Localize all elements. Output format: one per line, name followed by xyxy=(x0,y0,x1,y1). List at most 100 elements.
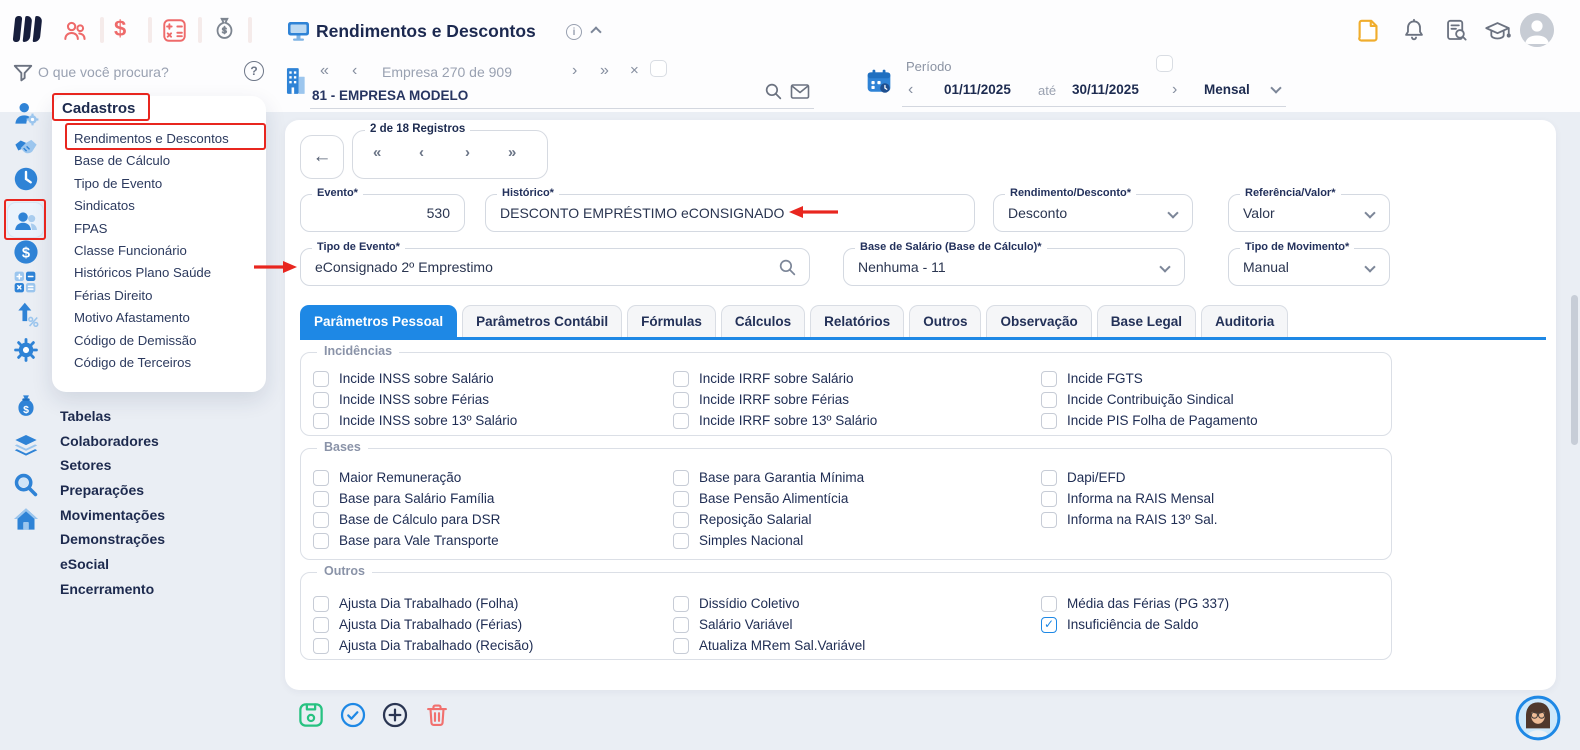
menu-item-ferias-direito[interactable]: Férias Direito xyxy=(74,285,229,307)
search-input[interactable] xyxy=(38,62,198,82)
cb-incide-fgts[interactable]: Incide FGTS xyxy=(1041,370,1258,387)
tipo-movimento-select[interactable] xyxy=(1243,250,1361,284)
cb-incide-inss-sobre-salario[interactable]: Incide INSS sobre Salário xyxy=(313,370,517,387)
menu-item-historicos-plano-saude[interactable]: Históricos Plano Saúde xyxy=(74,262,229,284)
clock-icon[interactable] xyxy=(13,166,39,192)
period-start-date[interactable]: 01/11/2025 xyxy=(944,82,1011,97)
cb-reposicao-salarial[interactable]: Reposição Salarial xyxy=(673,511,864,528)
tab-calculos[interactable]: Cálculos xyxy=(721,305,805,337)
search-module-icon[interactable] xyxy=(13,472,39,498)
record-last-button[interactable]: » xyxy=(508,144,516,161)
cb-base-salario-familia[interactable]: Base para Salário Família xyxy=(313,490,500,507)
tab-observacao[interactable]: Observação xyxy=(986,305,1091,337)
rendimento-desconto-select[interactable] xyxy=(1008,196,1164,230)
period-mode-select[interactable]: Mensal xyxy=(1204,82,1250,97)
evento-input[interactable] xyxy=(315,196,450,230)
promotion-arrow-icon[interactable] xyxy=(13,301,39,327)
vertical-scrollbar[interactable] xyxy=(1571,295,1578,445)
cb-ajusta-dia-trabalhado-ferias[interactable]: Ajusta Dia Trabalhado (Férias) xyxy=(313,616,533,633)
record-prev-button[interactable]: ‹ xyxy=(419,144,424,161)
training-cap-icon[interactable] xyxy=(1484,20,1511,48)
cb-salario-variavel[interactable]: Salário Variável xyxy=(673,616,865,633)
period-checkbox[interactable] xyxy=(1156,55,1173,72)
tab-auditoria[interactable]: Auditoria xyxy=(1201,305,1288,337)
employees-icon[interactable] xyxy=(62,18,88,48)
sidebar-section-colaboradores[interactable]: Colaboradores xyxy=(60,429,165,454)
company-first-button[interactable]: « xyxy=(320,63,329,79)
cb-ajusta-dia-trabalhado-recisao[interactable]: Ajusta Dia Trabalhado (Recisão) xyxy=(313,637,533,654)
notes-icon[interactable] xyxy=(1356,18,1381,48)
period-prev-button[interactable]: ‹ xyxy=(908,82,913,98)
company-search-icon[interactable] xyxy=(764,82,783,106)
menu-section-cadastros[interactable]: Cadastros xyxy=(62,100,135,117)
cb-incide-contribuicao-sindical[interactable]: Incide Contribuição Sindical xyxy=(1041,391,1258,408)
cb-incide-irrf-sobre-13-salario[interactable]: Incide IRRF sobre 13º Salário xyxy=(673,412,877,429)
tab-base-legal[interactable]: Base Legal xyxy=(1097,305,1196,337)
menu-item-codigo-de-demissao[interactable]: Código de Demissão xyxy=(74,330,229,352)
sidebar-section-movimentacoes[interactable]: Movimentações xyxy=(60,503,165,528)
menu-item-classe-funcionario[interactable]: Classe Funcionário xyxy=(74,240,229,262)
sidebar-section-demonstracoes[interactable]: Demonstrações xyxy=(60,527,165,552)
lookup-search-icon[interactable] xyxy=(778,258,797,282)
chevron-down-icon[interactable] xyxy=(1364,207,1375,218)
home-icon[interactable] xyxy=(13,506,39,532)
notifications-bell-icon[interactable] xyxy=(1402,18,1426,48)
menu-item-motivo-afastamento[interactable]: Motivo Afastamento xyxy=(74,307,229,329)
sidebar-section-encerramento[interactable]: Encerramento xyxy=(60,577,165,602)
company-next-button[interactable]: › xyxy=(572,63,577,79)
save-button[interactable] xyxy=(298,702,324,728)
referencia-valor-select[interactable] xyxy=(1243,196,1361,230)
handshake-icon[interactable] xyxy=(13,134,39,160)
menu-item-fpas[interactable]: FPAS xyxy=(74,218,229,240)
record-first-button[interactable]: « xyxy=(373,144,381,161)
cb-incide-irrf-sobre-salario[interactable]: Incide IRRF sobre Salário xyxy=(673,370,877,387)
cb-base-vale-transporte[interactable]: Base para Vale Transporte xyxy=(313,532,500,549)
back-button[interactable]: ← xyxy=(300,135,344,179)
calculator-icon[interactable] xyxy=(162,18,187,48)
historico-input[interactable] xyxy=(500,196,960,230)
company-clear-icon[interactable]: × xyxy=(630,62,639,79)
layers-icon[interactable] xyxy=(13,432,39,458)
filter-funnel-icon[interactable] xyxy=(12,62,34,89)
app-logo[interactable] xyxy=(13,16,43,42)
menu-item-codigo-de-terceiros[interactable]: Código de Terceiros xyxy=(74,352,229,374)
cb-base-garantia-minima[interactable]: Base para Garantia Mínima xyxy=(673,469,864,486)
sidebar-section-tabelas[interactable]: Tabelas xyxy=(60,404,165,429)
cb-dapi-efd[interactable]: Dapi/EFD xyxy=(1041,469,1218,486)
dollar-circle-icon[interactable]: $ xyxy=(13,239,39,265)
cb-incide-inss-sobre-ferias[interactable]: Incide INSS sobre Férias xyxy=(313,391,517,408)
tab-parametros-pessoal[interactable]: Parâmetros Pessoal xyxy=(300,305,457,337)
user-avatar[interactable] xyxy=(1520,13,1554,47)
company-prev-button[interactable]: ‹ xyxy=(352,63,357,79)
cb-maior-remuneracao[interactable]: Maior Remuneração xyxy=(313,469,500,486)
record-next-button[interactable]: › xyxy=(465,144,470,161)
chevron-down-icon[interactable] xyxy=(1159,261,1170,272)
tab-parametros-contabil[interactable]: Parâmetros Contábil xyxy=(462,305,622,337)
gear-icon[interactable] xyxy=(13,337,39,363)
cb-dissidio-coletivo[interactable]: Dissídio Coletivo xyxy=(673,595,865,612)
sidebar-section-esocial[interactable]: eSocial xyxy=(60,552,165,577)
cb-incide-irrf-sobre-ferias[interactable]: Incide IRRF sobre Férias xyxy=(673,391,877,408)
cb-incide-pis-folha[interactable]: Incide PIS Folha de Pagamento xyxy=(1041,412,1258,429)
payroll-dollar-icon[interactable]: $ xyxy=(114,16,126,42)
cb-informa-rais-mensal[interactable]: Informa na RAIS Mensal xyxy=(1041,490,1218,507)
cb-atualiza-mrem-sal-variavel[interactable]: Atualiza MRem Sal.Variável xyxy=(673,637,865,654)
info-icon[interactable]: i xyxy=(566,24,582,40)
people-icon[interactable] xyxy=(13,207,39,233)
support-chat-avatar[interactable] xyxy=(1514,694,1562,742)
cb-incide-inss-sobre-13-salario[interactable]: Incide INSS sobre 13º Salário xyxy=(313,412,517,429)
menu-item-tipo-de-evento[interactable]: Tipo de Evento xyxy=(74,173,229,195)
add-button[interactable] xyxy=(382,702,408,728)
sidebar-section-preparacoes[interactable]: Preparações xyxy=(60,478,165,503)
cb-informa-rais-13-sal[interactable]: Informa na RAIS 13º Sal. xyxy=(1041,511,1218,528)
user-settings-icon[interactable] xyxy=(13,100,39,126)
math-operations-icon[interactable] xyxy=(13,270,39,296)
chevron-down-icon[interactable] xyxy=(1167,207,1178,218)
base-salario-select[interactable] xyxy=(858,250,1156,284)
tab-relatorios[interactable]: Relatórios xyxy=(810,305,904,337)
cb-media-das-ferias-pg-337[interactable]: Média das Férias (PG 337) xyxy=(1041,595,1229,612)
menu-item-rendimentos-e-descontos[interactable]: Rendimentos e Descontos xyxy=(74,128,229,150)
tab-formulas[interactable]: Fórmulas xyxy=(627,305,716,337)
company-checkbox[interactable] xyxy=(650,60,667,77)
tipo-evento-input[interactable] xyxy=(315,250,781,284)
